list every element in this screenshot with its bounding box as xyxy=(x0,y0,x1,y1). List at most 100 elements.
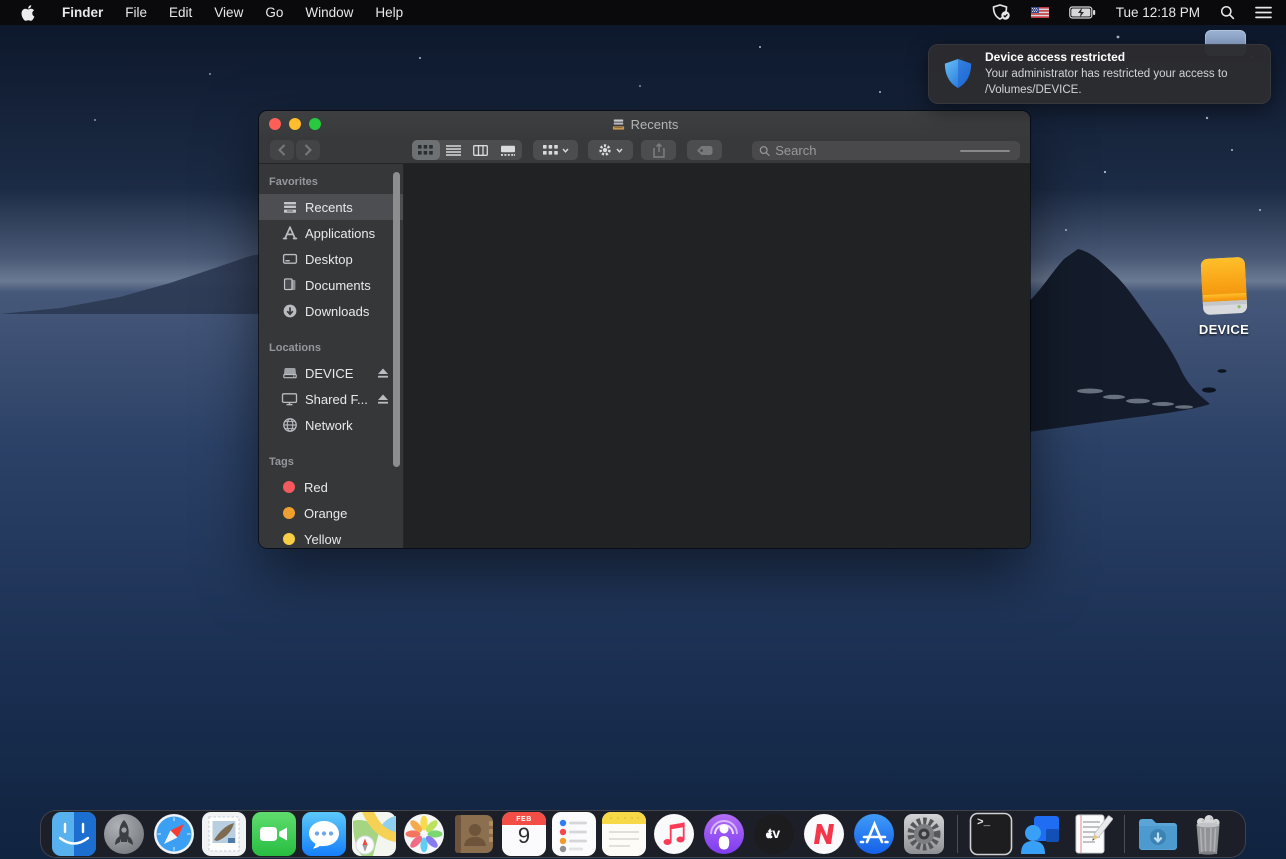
menubar-clock[interactable]: Tue 12:18 PM xyxy=(1106,5,1210,20)
facetime-camera-icon xyxy=(252,812,296,856)
toolbar xyxy=(259,137,1030,164)
desktop-icon xyxy=(282,251,298,267)
network-globe-icon xyxy=(282,417,298,433)
gallery-view-button[interactable] xyxy=(495,140,523,160)
downloads-folder-icon xyxy=(1136,812,1180,856)
input-source-flag-icon[interactable] xyxy=(1021,7,1059,18)
forward-button[interactable] xyxy=(296,140,320,160)
dock-contacts-icon[interactable] xyxy=(452,812,496,856)
dock-maps-icon[interactable] xyxy=(352,812,396,856)
list-view-button[interactable] xyxy=(440,140,468,160)
dock-terminal-icon[interactable]: >_ xyxy=(969,812,1013,856)
menu-finder[interactable]: Finder xyxy=(53,5,114,20)
dock-calendar-icon[interactable]: FEB 9 xyxy=(502,812,546,856)
tag-icon xyxy=(696,145,713,156)
back-button[interactable] xyxy=(270,140,294,160)
sidebar-item-label: Shared F... xyxy=(305,392,368,407)
dock-notes-icon[interactable] xyxy=(602,812,646,856)
company-portal-icon xyxy=(1019,812,1063,856)
search-field[interactable] xyxy=(752,141,1020,160)
sidebar-item-applications[interactable]: Applications xyxy=(259,220,403,246)
dock-separator xyxy=(957,815,958,853)
eject-button[interactable] xyxy=(377,393,389,408)
menu-window[interactable]: Window xyxy=(294,5,364,20)
close-button[interactable] xyxy=(269,118,281,130)
mail-stamp-icon xyxy=(202,812,246,856)
dock-appletv-icon[interactable]: tv xyxy=(752,812,796,856)
desktop-device-drive[interactable]: DEVICE xyxy=(1185,256,1263,337)
search-field-line xyxy=(960,150,1010,152)
notification-center-button[interactable] xyxy=(1245,6,1286,19)
sidebar-item-label: DEVICE xyxy=(305,366,353,381)
sidebar-item-tag-orange[interactable]: Orange xyxy=(259,500,403,526)
menu-view[interactable]: View xyxy=(203,5,254,20)
dock-finder-icon[interactable] xyxy=(52,812,96,856)
podcasts-icon xyxy=(702,812,746,856)
share-button[interactable] xyxy=(641,140,676,160)
search-icon xyxy=(1220,5,1235,20)
action-menu-button[interactable] xyxy=(588,140,633,160)
shield-status-icon[interactable] xyxy=(982,4,1021,21)
sidebar-item-downloads[interactable]: Downloads xyxy=(259,298,403,324)
dock-downloads-folder-icon[interactable] xyxy=(1136,812,1180,856)
column-view-button[interactable] xyxy=(467,140,495,160)
menu-bar: Finder File Edit View Go Window Help xyxy=(0,0,1286,25)
recents-proxy-icon xyxy=(611,117,626,132)
battery-charging-icon xyxy=(1069,6,1096,19)
external-drive-icon xyxy=(1197,256,1251,318)
orange-tag-dot xyxy=(283,507,295,519)
eject-button[interactable] xyxy=(377,367,389,382)
list-view-icon xyxy=(446,145,461,156)
battery-status[interactable] xyxy=(1059,6,1106,19)
icon-view-button[interactable] xyxy=(412,140,440,160)
dock-trash-icon[interactable] xyxy=(1186,812,1230,856)
chevron-down-icon xyxy=(616,148,623,153)
sidebar-item-desktop[interactable]: Desktop xyxy=(259,246,403,272)
sidebar-item-documents[interactable]: Documents xyxy=(259,272,403,298)
tag-button[interactable] xyxy=(687,140,722,160)
sidebar-item-recents[interactable]: Recents xyxy=(259,194,403,220)
news-icon xyxy=(802,812,846,856)
sidebar-item-tag-yellow[interactable]: Yellow xyxy=(259,526,403,548)
minimize-button[interactable] xyxy=(289,118,301,130)
sidebar-item-tag-red[interactable]: Red xyxy=(259,474,403,500)
notes-icon xyxy=(602,812,646,856)
dock-news-icon[interactable] xyxy=(802,812,846,856)
apple-menu[interactable] xyxy=(0,5,53,21)
dock-facetime-icon[interactable] xyxy=(252,812,296,856)
menu-go[interactable]: Go xyxy=(254,5,294,20)
title-bar[interactable]: Recents xyxy=(259,111,1030,137)
zoom-button[interactable] xyxy=(309,118,321,130)
dock-safari-icon[interactable] xyxy=(152,812,196,856)
launchpad-rocket-icon xyxy=(102,812,146,856)
dock-reminders-icon[interactable] xyxy=(552,812,596,856)
sidebar-item-label: Documents xyxy=(305,278,371,293)
sidebar-item-device[interactable]: DEVICE xyxy=(259,360,403,386)
sidebar-item-shared-folder[interactable]: Shared F... xyxy=(259,386,403,412)
notification-banner[interactable]: Device access restricted Your administra… xyxy=(928,44,1271,104)
spotlight-button[interactable] xyxy=(1210,5,1245,20)
dock-photos-icon[interactable] xyxy=(402,812,446,856)
terminal-prompt-glyph: >_ xyxy=(977,817,990,829)
dock-appstore-icon[interactable] xyxy=(852,812,896,856)
sidebar-item-network[interactable]: Network xyxy=(259,412,403,438)
chevron-left-icon xyxy=(278,144,286,156)
appletv-label: tv xyxy=(752,825,796,841)
group-button[interactable] xyxy=(533,140,578,160)
dock-podcasts-icon[interactable] xyxy=(702,812,746,856)
dock-company-portal-icon[interactable] xyxy=(1019,812,1063,856)
sidebar-section-tags: Tags xyxy=(259,450,403,474)
menu-help[interactable]: Help xyxy=(364,5,414,20)
menu-file[interactable]: File xyxy=(114,5,158,20)
menu-edit[interactable]: Edit xyxy=(158,5,203,20)
dock-system-preferences-icon[interactable] xyxy=(902,812,946,856)
dock-textedit-icon[interactable] xyxy=(1069,812,1113,856)
dock-launchpad-icon[interactable] xyxy=(102,812,146,856)
dock-mail-icon[interactable] xyxy=(202,812,246,856)
finder-face-icon xyxy=(52,812,96,856)
dock-music-icon[interactable] xyxy=(652,812,696,856)
sidebar-scrollbar[interactable] xyxy=(393,172,400,467)
sidebar-section-locations: Locations xyxy=(259,336,403,360)
dock-messages-icon[interactable] xyxy=(302,812,346,856)
file-list-area[interactable] xyxy=(404,164,1030,548)
